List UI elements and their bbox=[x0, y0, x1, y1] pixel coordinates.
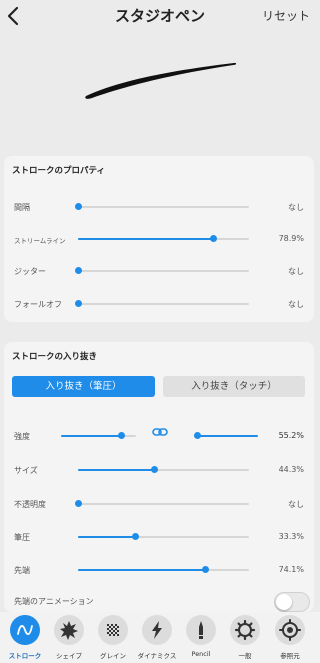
slider-thumb[interactable] bbox=[132, 533, 139, 540]
slider-thumb[interactable] bbox=[75, 500, 82, 507]
tip-label: 先端 bbox=[14, 566, 30, 575]
slider-thumb[interactable] bbox=[118, 432, 125, 439]
strength-left-slider[interactable] bbox=[61, 432, 136, 439]
source-icon bbox=[275, 615, 305, 645]
size-row: サイズ 44.3% bbox=[4, 463, 314, 479]
falloff-slider[interactable] bbox=[75, 300, 249, 307]
stroke-taper-panel: ストロークの入り抜き 入り抜き（筆圧） 入り抜き（タッチ） 強度 55.2% サ… bbox=[4, 342, 314, 612]
tip-animation-toggle[interactable] bbox=[274, 592, 310, 612]
dynamics-icon bbox=[142, 615, 172, 645]
tab-label: 参照元 bbox=[280, 652, 300, 660]
pressure-slider[interactable] bbox=[78, 533, 249, 540]
streamline-value: 78.9% bbox=[278, 234, 304, 243]
spacing-row: 間隔 なし bbox=[4, 200, 314, 216]
slider-thumb[interactable] bbox=[75, 203, 82, 210]
opacity-slider[interactable] bbox=[75, 500, 249, 507]
pressure-label: 筆圧 bbox=[14, 533, 30, 542]
opacity-value: なし bbox=[288, 500, 304, 509]
pressure-value: 33.3% bbox=[278, 532, 304, 541]
bottom-tab-bar: ストローク シェイプ グレイン ダイナミクス Pencil 一般 参照元 bbox=[0, 612, 320, 663]
spacing-value: なし bbox=[288, 203, 304, 212]
toggle-knob bbox=[276, 594, 292, 610]
jitter-row: ジッター なし bbox=[4, 264, 314, 280]
grain-icon bbox=[98, 615, 128, 645]
tab-source[interactable]: 参照元 bbox=[268, 615, 312, 661]
tip-animation-label: 先端のアニメーション bbox=[14, 597, 94, 606]
tip-animation-row: 先端のアニメーション bbox=[4, 592, 314, 612]
strength-row: 強度 55.2% bbox=[4, 427, 314, 445]
stroke-icon bbox=[10, 615, 40, 645]
slider-thumb[interactable] bbox=[75, 267, 82, 274]
stroke-properties-panel: ストロークのプロパティ 間隔 なし ストリームライン 78.9% ジッター なし… bbox=[4, 156, 314, 322]
section-title: ストロークのプロパティ bbox=[12, 166, 105, 176]
opacity-label: 不透明度 bbox=[14, 500, 46, 509]
slider-thumb[interactable] bbox=[151, 466, 158, 473]
slider-thumb[interactable] bbox=[75, 300, 82, 307]
slider-thumb[interactable] bbox=[202, 566, 209, 573]
falloff-value: なし bbox=[288, 300, 304, 309]
reset-button[interactable]: リセット bbox=[262, 7, 310, 24]
stroke-preview bbox=[0, 30, 320, 156]
tip-slider[interactable] bbox=[78, 566, 249, 573]
strength-value: 55.2% bbox=[278, 431, 304, 440]
jitter-value: なし bbox=[288, 267, 304, 276]
pressure-row: 筆圧 33.3% bbox=[4, 530, 314, 546]
shape-icon bbox=[54, 615, 84, 645]
opacity-row: 不透明度 なし bbox=[4, 497, 314, 513]
spacing-label: 間隔 bbox=[14, 203, 30, 212]
jitter-slider[interactable] bbox=[75, 267, 249, 274]
size-label: サイズ bbox=[14, 466, 38, 475]
size-slider[interactable] bbox=[78, 466, 249, 473]
size-value: 44.3% bbox=[278, 465, 304, 474]
spacing-slider[interactable] bbox=[75, 203, 249, 210]
slider-thumb[interactable] bbox=[210, 235, 217, 242]
tab-touch-taper[interactable]: 入り抜き（タッチ） bbox=[163, 376, 305, 397]
falloff-label: フォールオフ bbox=[14, 300, 62, 309]
strength-label: 強度 bbox=[14, 432, 30, 441]
falloff-row: フォールオフ なし bbox=[4, 297, 314, 313]
link-icon[interactable] bbox=[152, 427, 168, 437]
tab-general[interactable]: 一般 bbox=[223, 615, 267, 661]
tab-pressure-taper[interactable]: 入り抜き（筆圧） bbox=[12, 376, 155, 397]
tip-value: 74.1% bbox=[278, 565, 304, 574]
section-title: ストロークの入り抜き bbox=[12, 352, 98, 362]
streamline-slider[interactable] bbox=[78, 235, 249, 242]
streamline-label: ストリームライン bbox=[14, 237, 66, 245]
streamline-row: ストリームライン 78.9% bbox=[4, 232, 314, 248]
general-icon bbox=[230, 615, 260, 645]
pencil-icon bbox=[186, 615, 216, 645]
strength-right-slider[interactable] bbox=[194, 432, 258, 439]
slider-thumb[interactable] bbox=[194, 432, 201, 439]
tip-row: 先端 74.1% bbox=[4, 563, 314, 579]
jitter-label: ジッター bbox=[14, 267, 46, 276]
header: スタジオペン リセット bbox=[0, 0, 320, 30]
